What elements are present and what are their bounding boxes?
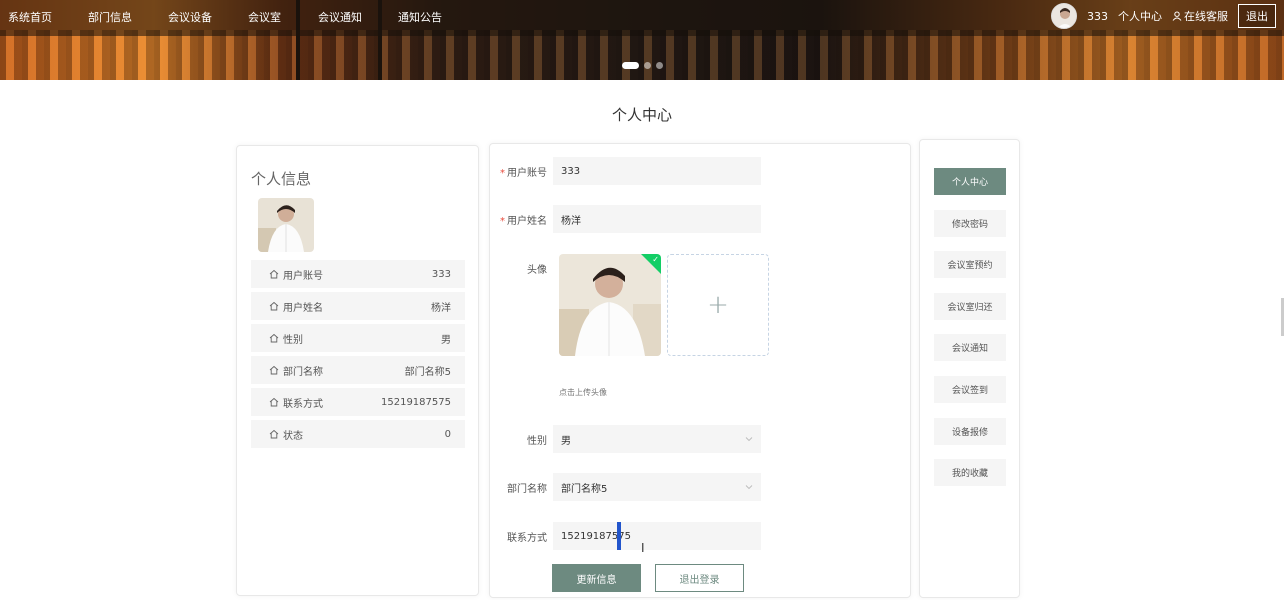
logout-button[interactable]: 退出 [1238, 4, 1276, 28]
online-service-label: 在线客服 [1184, 10, 1228, 23]
info-value: 部门名称5 [404, 366, 451, 378]
top-banner: 系统首页 部门信息 会议设备 会议室 会议通知 通知公告 333 个人中心 在线… [0, 0, 1284, 80]
form-actions: 更新信息 退出登录 [552, 564, 744, 592]
info-label: 用户账号 [283, 270, 323, 282]
info-label: 性别 [283, 334, 303, 346]
check-icon: ✓ [652, 255, 659, 264]
uploaded-avatar[interactable]: ✓ [559, 254, 661, 356]
banner-pole [296, 0, 300, 80]
user-icon [1172, 11, 1182, 21]
info-value: 男 [441, 334, 451, 346]
add-avatar-button[interactable]: + [667, 254, 769, 356]
side-menu-item-room-booking[interactable]: 会议室预约 [934, 251, 1006, 279]
side-menu-card: 个人中心 修改密码 会议室预约 会议室归还 会议通知 会议签到 设备报修 我的收… [919, 139, 1020, 598]
gender-label: 性别 [527, 435, 547, 447]
carousel-indicators [622, 62, 663, 69]
info-label: 部门名称 [283, 366, 323, 378]
required-mark: * [500, 167, 505, 179]
home-icon [269, 301, 279, 311]
list-item: 用户姓名 杨洋 [251, 292, 465, 320]
home-icon [269, 333, 279, 343]
phone-input[interactable]: 15219187575 [553, 522, 761, 550]
online-service-link[interactable]: 在线客服 [1172, 8, 1228, 24]
carousel-dot[interactable] [656, 62, 663, 69]
list-item: 用户账号 333 [251, 260, 465, 288]
ibeam-cursor-icon: I [641, 541, 645, 555]
gender-select[interactable]: 男 [553, 425, 761, 453]
side-menu-item-personal-center[interactable]: 个人中心 [934, 168, 1006, 195]
name-label: * 用户姓名 [500, 215, 547, 227]
upload-hint[interactable]: 点击上传头像 [559, 387, 607, 398]
profile-avatar [258, 198, 314, 252]
page-title: 个人中心 [611, 106, 672, 124]
nav-home[interactable]: 系统首页 [8, 9, 52, 25]
nav-meeting-rooms[interactable]: 会议室 [248, 9, 281, 25]
side-menu-item-change-password[interactable]: 修改密码 [934, 209, 1006, 237]
dept-row: 部门名称 部门名称5 [490, 473, 912, 501]
info-label: 状态 [283, 430, 303, 442]
nav-meeting-devices[interactable]: 会议设备 [168, 9, 212, 25]
info-value: 333 [431, 268, 451, 280]
nav-meeting-notices[interactable]: 会议通知 [318, 9, 362, 25]
info-value: 15219187575 [381, 396, 451, 408]
info-value: 杨洋 [431, 302, 451, 314]
dept-value: 部门名称5 [561, 483, 608, 495]
nav-departments[interactable]: 部门信息 [88, 9, 132, 25]
name-row: * 用户姓名 杨洋 [490, 205, 912, 233]
sign-out-button[interactable]: 退出登录 [655, 564, 744, 592]
home-icon [269, 269, 279, 279]
list-item: 状态 0 [251, 420, 465, 448]
list-item: 联系方式 15219187575 [251, 388, 465, 416]
dept-select[interactable]: 部门名称5 [553, 473, 761, 501]
avatar-upload: ✓ + [559, 254, 769, 356]
info-label: 用户姓名 [283, 302, 323, 314]
user-bar: 333 个人中心 在线客服 退出 [1051, 2, 1276, 30]
phone-label: 联系方式 [507, 532, 547, 544]
banner-pole [378, 0, 382, 80]
chevron-down-icon [745, 437, 753, 442]
home-icon [269, 397, 279, 407]
info-value: 0 [444, 428, 451, 440]
personal-center-link[interactable]: 个人中心 [1118, 8, 1162, 24]
side-menu-item-favorites[interactable]: 我的收藏 [934, 459, 1006, 487]
text-selection-caret [617, 522, 621, 550]
side-menu: 个人中心 修改密码 会议室预约 会议室归还 会议通知 会议签到 设备报修 我的收… [934, 168, 1006, 501]
name-input[interactable]: 杨洋 [553, 205, 761, 233]
chevron-down-icon [745, 485, 753, 490]
info-label: 联系方式 [283, 398, 323, 410]
avatar-label: 头像 [527, 264, 547, 276]
side-menu-item-device-repair[interactable]: 设备报修 [934, 417, 1006, 445]
home-icon [269, 429, 279, 439]
profile-card: 个人信息 用户账号 333 用户姓名 杨洋 性别 男 部门名称 部门名称5 联系 [236, 145, 479, 596]
username[interactable]: 333 [1087, 10, 1108, 23]
side-menu-item-room-return[interactable]: 会议室归还 [934, 292, 1006, 320]
home-icon [269, 365, 279, 375]
dept-label: 部门名称 [507, 483, 547, 495]
gender-row: 性别 男 [490, 425, 912, 453]
list-item: 性别 男 [251, 324, 465, 352]
profile-info-list: 用户账号 333 用户姓名 杨洋 性别 男 部门名称 部门名称5 联系方式 15… [251, 260, 465, 452]
account-label: * 用户账号 [500, 167, 547, 179]
carousel-dot[interactable] [644, 62, 651, 69]
carousel-dot[interactable] [622, 62, 639, 69]
profile-card-title: 个人信息 [251, 170, 312, 188]
profile-form-card: *用户账号 333 *用户姓名 杨洋 头像 ✓ + 点击上传头像 性别 男 [489, 143, 911, 598]
list-item: 部门名称 部门名称5 [251, 356, 465, 384]
required-mark: * [500, 215, 505, 227]
banner-image-band [0, 30, 1284, 80]
account-row: * 用户账号 333 [490, 157, 912, 185]
gender-value: 男 [561, 435, 571, 447]
side-menu-item-meeting-signin[interactable]: 会议签到 [934, 375, 1006, 403]
phone-row: 联系方式 15219187575 [490, 522, 912, 550]
avatar[interactable] [1051, 3, 1077, 29]
side-menu-item-meeting-notice[interactable]: 会议通知 [934, 334, 1006, 362]
nav-announcements[interactable]: 通知公告 [398, 9, 442, 25]
account-input[interactable]: 333 [553, 157, 761, 185]
update-info-button[interactable]: 更新信息 [552, 564, 641, 592]
